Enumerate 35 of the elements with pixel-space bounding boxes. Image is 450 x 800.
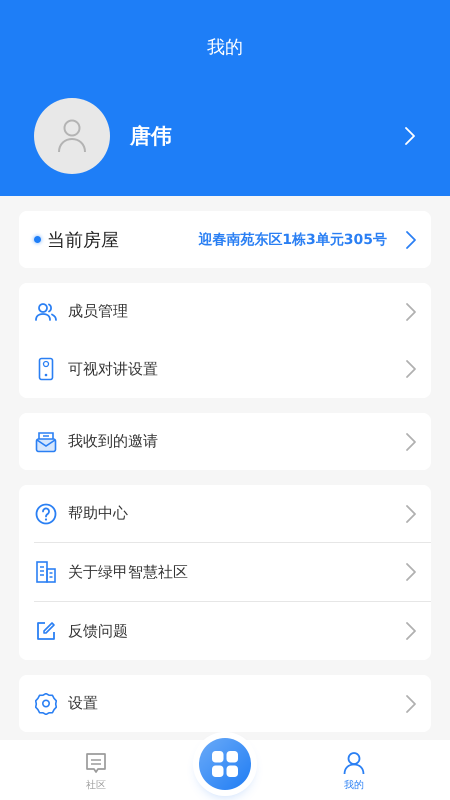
help-icon — [35, 502, 57, 524]
chevron-icon — [404, 126, 416, 146]
menu-item[interactable]: 成员管理 — [19, 283, 431, 340]
chevron-icon — [405, 621, 417, 641]
people-icon — [34, 302, 58, 322]
person-icon — [342, 751, 366, 775]
edit-icon — [36, 621, 56, 641]
menu-item[interactable]: 帮助中心 — [19, 485, 431, 542]
chevron-icon — [405, 432, 417, 452]
apps-button[interactable] — [199, 738, 251, 790]
user-name: 唐伟 — [130, 123, 173, 150]
menu-item[interactable]: 关于绿甲智慧社区 — [34, 542, 431, 601]
phone-icon — [38, 357, 54, 381]
person-icon — [57, 119, 87, 153]
menu-item[interactable]: 设置 — [19, 675, 431, 732]
chevron-icon — [405, 230, 417, 250]
chevron-icon — [405, 302, 417, 322]
building-icon — [36, 561, 56, 583]
chevron-icon — [405, 504, 417, 524]
dot-icon — [34, 236, 41, 243]
house-address: 迎春南苑东区1栋3单元305号 — [198, 230, 387, 248]
chevron-icon — [405, 562, 417, 582]
menu-item[interactable]: 可视对讲设置 — [19, 340, 431, 398]
settings-icon — [35, 692, 57, 714]
menu-item[interactable]: 我收到的邀请 — [19, 413, 431, 470]
chevron-icon — [405, 694, 417, 714]
tab-item[interactable]: 我的 — [258, 740, 450, 792]
chevron-icon — [405, 359, 417, 379]
house-label: 当前房屋 — [47, 228, 120, 252]
current-house-card[interactable]: 当前房屋 迎春南苑东区1栋3单元305号 — [19, 211, 431, 268]
message-icon — [84, 751, 108, 775]
page-title: 我的 — [206, 36, 244, 60]
envelope-icon — [35, 430, 57, 452]
grid-icon — [212, 751, 238, 777]
menu-item[interactable]: 反馈问题 — [34, 601, 431, 660]
